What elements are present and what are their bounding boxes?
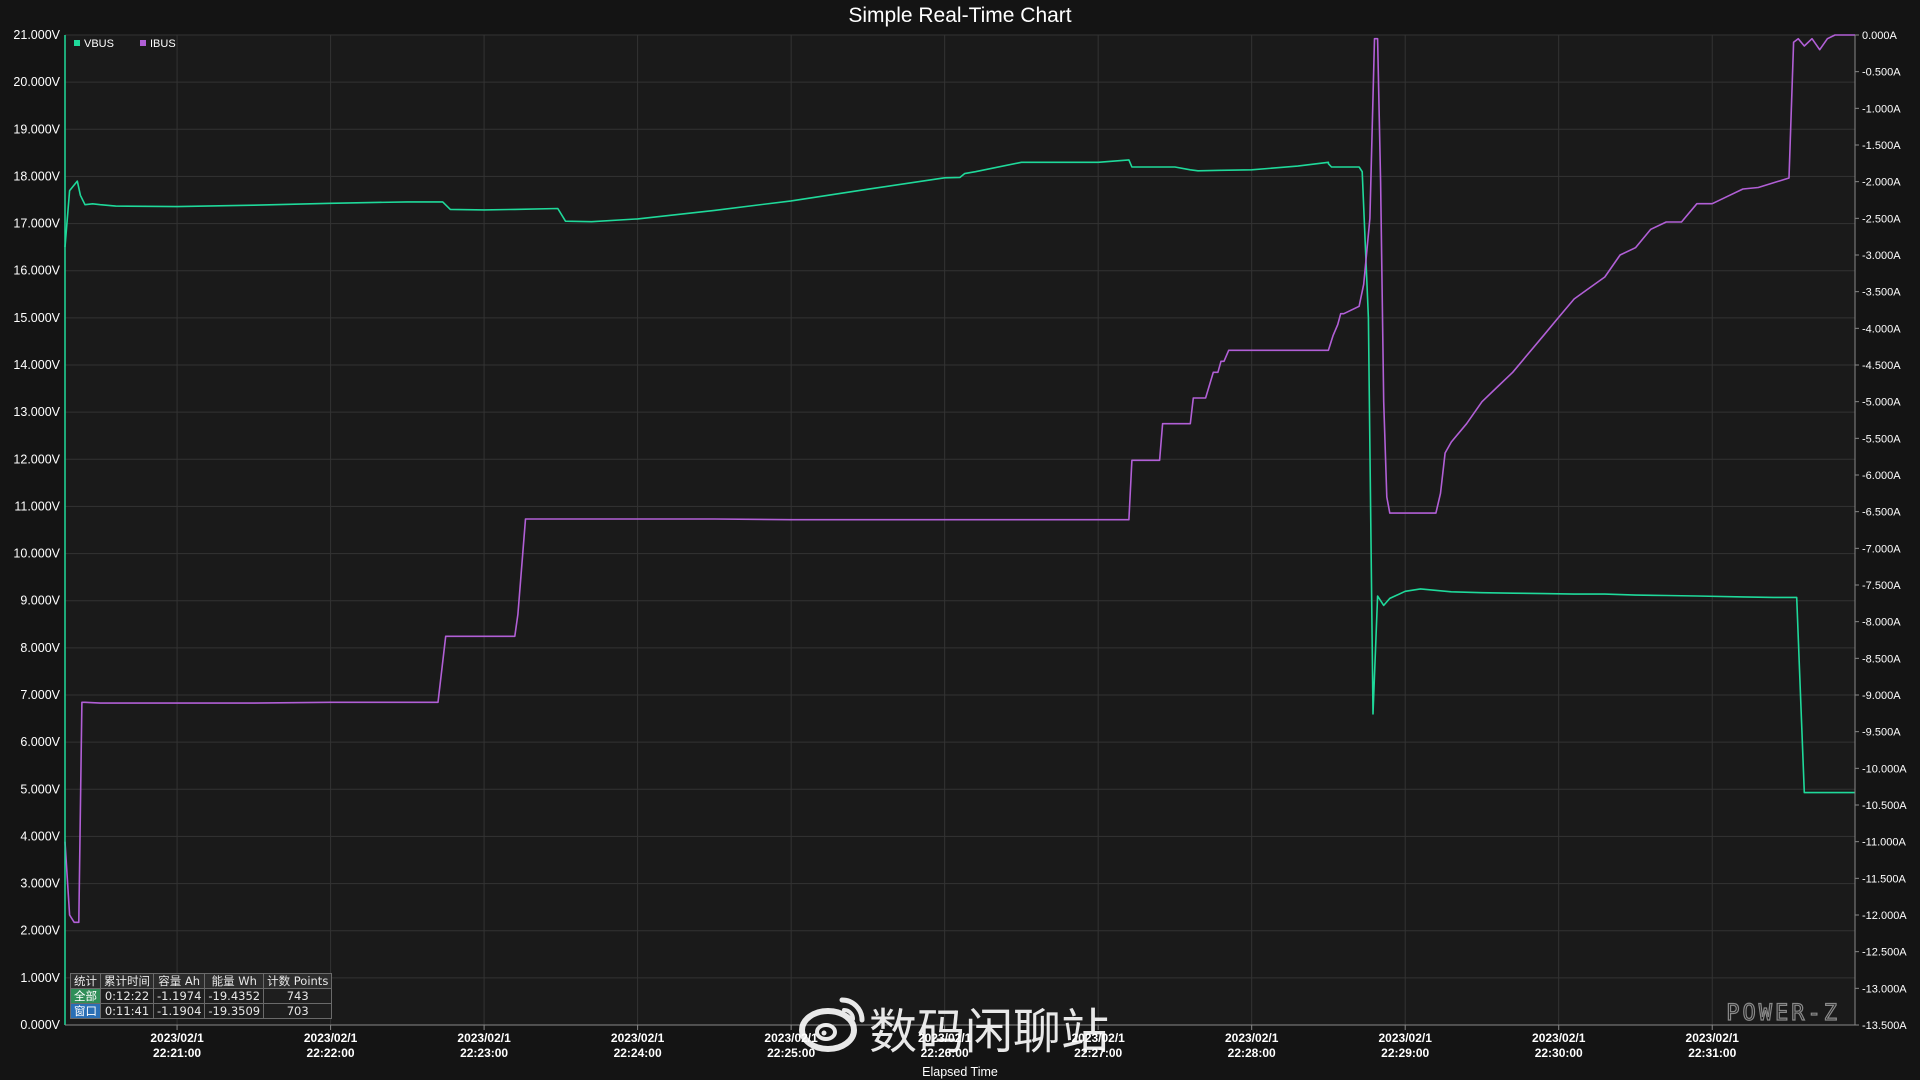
y-left-tick-label: 5.000V <box>20 782 60 796</box>
stats-header-capacity: 容量 Ah <box>152 973 206 989</box>
stats-cell-time: 0:11:41 <box>100 1003 154 1019</box>
x-axis-title: Elapsed Time <box>922 1065 998 1079</box>
legend-label: IBUS <box>150 38 176 50</box>
y-right-tick-label: -9.000A <box>1862 690 1901 702</box>
y-right-tick-label: -8.500A <box>1862 653 1901 665</box>
y-left-tick-label: 4.000V <box>20 829 60 843</box>
y-left-tick-label: 16.000V <box>13 264 60 278</box>
y-left-tick-label: 15.000V <box>13 311 60 325</box>
y-right-tick-label: -5.500A <box>1862 433 1901 445</box>
stats-row-all: 全部 0:12:22 -1.1974 -19.4352 743 <box>70 988 333 1004</box>
y-right-tick-label: -5.000A <box>1862 397 1901 409</box>
stats-row-window: 窗口 0:11:41 -1.1904 -19.3509 703 <box>70 1003 333 1019</box>
x-tick-label-date: 2023/02/1 <box>611 1031 665 1045</box>
y-left-tick-label: 10.000V <box>13 547 60 561</box>
y-right-tick-label: -8.000A <box>1862 617 1901 629</box>
chart-window: 0.000V 1.000V 2.000V 3.000V 4.000V 5.000V 6.00… <box>0 0 1920 1080</box>
y-right-tick-label: -10.000A <box>1862 763 1907 775</box>
x-tick-label-date: 2023/02/1 <box>1379 1031 1433 1045</box>
line-chart: 0.000V 1.000V 2.000V 3.000V 4.000V 5.000V 6.00… <box>0 0 1920 1080</box>
stats-header-time: 累计时间 <box>100 973 154 989</box>
x-tick-label-date: 2023/02/1 <box>1686 1031 1740 1045</box>
x-tick-label-date: 2023/02/1 <box>1225 1031 1279 1045</box>
x-tick-label-time: 22:28:00 <box>1228 1046 1276 1060</box>
plot-area <box>65 35 1855 1025</box>
x-tick-label-time: 22:31:00 <box>1688 1046 1736 1060</box>
y-left-tick-label: 21.000V <box>13 28 60 42</box>
y-left-tick-label: 2.000V <box>20 924 60 938</box>
stats-header-row: 统计 累计时间 容量 Ah 能量 Wh 计数 Points <box>70 973 333 989</box>
y-right-tick-label: -2.000A <box>1862 177 1901 189</box>
stats-cell-capacity: -1.1974 <box>152 988 206 1004</box>
x-tick-label-date: 2023/02/1 <box>304 1031 358 1045</box>
y-right-tick-label: -12.000A <box>1862 910 1907 922</box>
x-tick-label-time: 22:30:00 <box>1535 1046 1583 1060</box>
y-right-tick-label: -3.000A <box>1862 250 1901 262</box>
y-right-tick-label: -11.000A <box>1862 837 1906 849</box>
y-right-tick-label: -1.000A <box>1862 103 1901 115</box>
stats-cell-time: 0:12:22 <box>100 988 154 1004</box>
stats-header-stat: 统计 <box>70 973 101 989</box>
y-left-tick-label: 12.000V <box>13 452 60 466</box>
stats-row-label: 全部 <box>70 988 101 1004</box>
stats-cell-energy: -19.3509 <box>204 1003 265 1019</box>
y-left-tick-label: 18.000V <box>13 169 60 183</box>
stats-table: 统计 累计时间 容量 Ah 能量 Wh 计数 Points 全部 0:12:22… <box>70 973 333 1019</box>
stats-row-label: 窗口 <box>70 1003 101 1019</box>
legend-label: VBUS <box>84 38 114 50</box>
y-right-tick-label: -6.500A <box>1862 507 1901 519</box>
stats-header-energy: 能量 Wh <box>204 973 265 989</box>
y-left-tick-label: 20.000V <box>13 75 60 89</box>
legend-swatch <box>74 40 80 46</box>
x-tick-label-time: 22:22:00 <box>307 1046 355 1060</box>
y-left-tick-label: 19.000V <box>13 122 60 136</box>
x-tick-label-date: 2023/02/1 <box>1532 1031 1586 1045</box>
stats-cell-energy: -19.4352 <box>204 988 265 1004</box>
y-right-tick-label: 0.000A <box>1862 30 1898 42</box>
y-left-tick-label: 13.000V <box>13 405 60 419</box>
y-right-tick-label: -0.500A <box>1862 67 1901 79</box>
x-tick-label-time: 22:29:00 <box>1381 1046 1429 1060</box>
y-right-tick-label: -9.500A <box>1862 727 1901 739</box>
x-tick-label-time: 22:23:00 <box>460 1046 508 1060</box>
y-right-tick-label: -7.500A <box>1862 580 1901 592</box>
y-right-tick-label: -1.500A <box>1862 140 1901 152</box>
y-left-tick-label: 3.000V <box>20 877 60 891</box>
y-right-tick-label: -4.500A <box>1862 360 1901 372</box>
x-tick-label-date: 2023/02/1 <box>150 1031 204 1045</box>
stats-header-points: 计数 Points <box>263 973 333 989</box>
y-left-tick-label: 8.000V <box>20 641 60 655</box>
x-tick-label-date: 2023/02/1 <box>457 1031 511 1045</box>
y-left-tick-label: 9.000V <box>20 594 60 608</box>
y-right-tick-label: -3.500A <box>1862 287 1901 299</box>
y-left-tick-label: 17.000V <box>13 217 60 231</box>
y-right-tick-label: -13.000A <box>1862 983 1907 995</box>
y-right-tick-label: -4.000A <box>1862 323 1901 335</box>
y-left-tick-label: 14.000V <box>13 358 60 372</box>
x-tick-label-time: 22:21:00 <box>153 1046 201 1060</box>
watermark-text: 数码闲聊站 <box>869 1004 1109 1060</box>
stats-cell-points: 703 <box>263 1003 333 1019</box>
chart-title: Simple Real-Time Chart <box>848 4 1071 27</box>
y-right-tick-label: -13.500A <box>1862 1020 1907 1032</box>
y-left-tick-label: 0.000V <box>20 1018 60 1032</box>
y-right-tick-label: -7.000A <box>1862 543 1901 555</box>
brand-logo: POWER-Z <box>1726 1001 1840 1026</box>
y-right-tick-label: -2.500A <box>1862 213 1901 225</box>
y-left-tick-label: 1.000V <box>20 971 60 985</box>
y-left-tick-label: 11.000V <box>14 499 60 513</box>
y-right-tick-label: -10.500A <box>1862 800 1907 812</box>
x-tick-label-time: 22:25:00 <box>767 1046 815 1060</box>
y-right-tick-label: -12.500A <box>1862 947 1907 959</box>
stats-cell-capacity: -1.1904 <box>152 1003 206 1019</box>
y-left-tick-label: 7.000V <box>20 688 60 702</box>
y-right-tick-label: -6.000A <box>1862 470 1901 482</box>
x-tick-label-time: 22:24:00 <box>614 1046 662 1060</box>
y-right-tick-label: -11.500A <box>1862 873 1906 885</box>
y-left-tick-label: 6.000V <box>20 735 60 749</box>
stats-cell-points: 743 <box>263 988 333 1004</box>
legend-swatch <box>140 40 146 46</box>
